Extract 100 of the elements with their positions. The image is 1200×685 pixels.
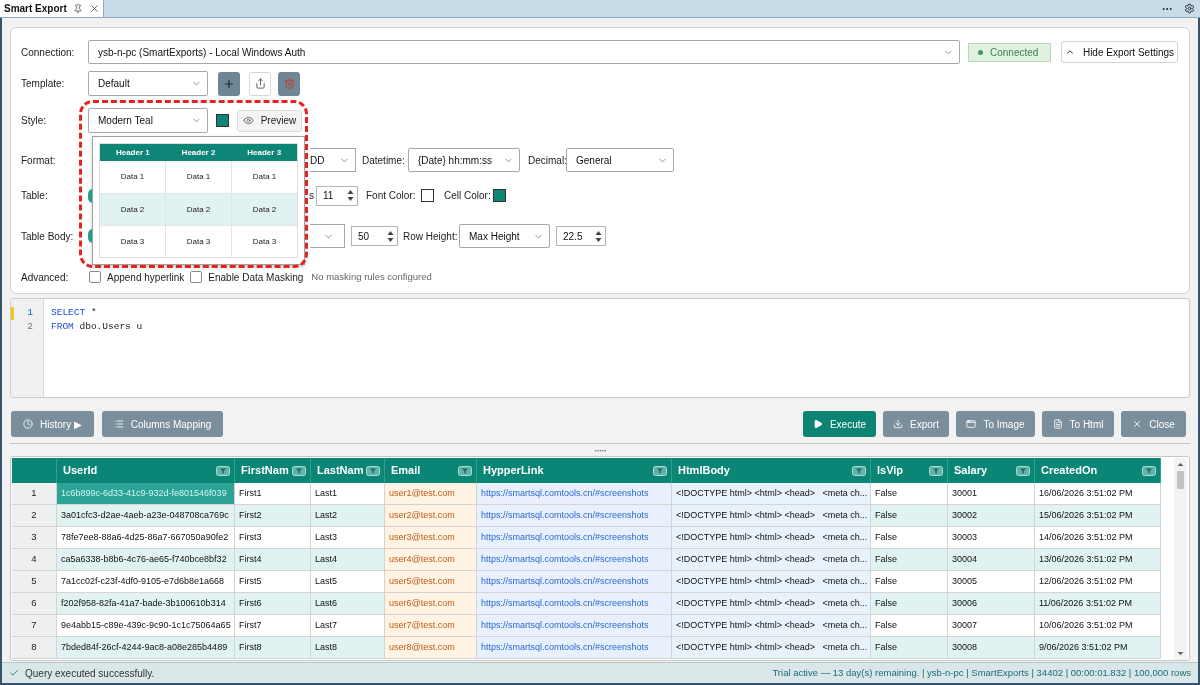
- color-swatch-icon[interactable]: [216, 114, 229, 127]
- play-icon: [812, 419, 823, 429]
- code-line: FROM dbo.Users u: [51, 320, 143, 334]
- download-icon: [893, 419, 904, 429]
- color-swatch-icon[interactable]: [493, 189, 506, 202]
- row-header[interactable]: 6: [12, 593, 57, 615]
- link-cell[interactable]: https://smartsql.comtools.cn/#screenshots: [477, 571, 672, 593]
- table-cell: <!DOCTYPE html> <html> <head> <meta ch...: [672, 483, 871, 505]
- table-cell: user1@test.com: [385, 483, 477, 505]
- settings-icon[interactable]: [1184, 3, 1195, 14]
- filter-icon[interactable]: [292, 465, 306, 476]
- table-cell: 30006: [948, 593, 1035, 615]
- table-cell: Last1: [311, 483, 385, 505]
- table-cell: user3@test.com: [385, 527, 477, 549]
- datetime-dropdown[interactable]: {Date} hh:mm:ss: [408, 148, 520, 172]
- style-dropdown[interactable]: Modern Teal: [88, 108, 208, 133]
- link-cell[interactable]: https://smartsql.comtools.cn/#screenshots: [477, 615, 672, 637]
- color-swatch-icon[interactable]: [421, 189, 434, 202]
- filter-icon[interactable]: [653, 465, 667, 476]
- table-cell: 30001: [948, 483, 1035, 505]
- row-height-spinner[interactable]: 22.5: [556, 226, 606, 246]
- field-label: Row Height:: [403, 229, 458, 244]
- row-header[interactable]: 7: [12, 615, 57, 637]
- add-template-button[interactable]: [218, 71, 240, 96]
- filter-icon[interactable]: [929, 465, 943, 476]
- document-icon: [1052, 419, 1063, 429]
- checkbox-label[interactable]: Append hyperlink: [107, 269, 185, 285]
- font-size-spinner[interactable]: 11: [316, 185, 358, 206]
- window-icon: [966, 419, 977, 429]
- filter-icon[interactable]: [1142, 465, 1156, 476]
- link-cell[interactable]: https://smartsql.comtools.cn/#screenshots: [477, 483, 672, 505]
- row-height-dropdown[interactable]: Max Height: [459, 224, 550, 248]
- template-dropdown[interactable]: Default: [88, 71, 208, 96]
- field-label: Table:: [21, 189, 48, 203]
- table-cell: <!DOCTYPE html> <html> <head> <meta ch...: [672, 571, 871, 593]
- link-cell[interactable]: https://smartsql.comtools.cn/#screenshots: [477, 527, 672, 549]
- field-label: Style:: [21, 114, 46, 128]
- spinner-arrows-icon[interactable]: [594, 228, 603, 244]
- table-cell: user6@test.com: [385, 593, 477, 615]
- export-template-button[interactable]: [249, 71, 271, 96]
- field-label: Font Color:: [366, 189, 416, 203]
- link-cell[interactable]: https://smartsql.comtools.cn/#screenshots: [477, 637, 672, 659]
- table-cell: False: [871, 549, 948, 571]
- table-cell: <!DOCTYPE html> <html> <head> <meta ch...: [672, 637, 871, 659]
- table-cell: First7: [235, 615, 311, 637]
- table-cell: Last4: [311, 549, 385, 571]
- link-cell[interactable]: https://smartsql.comtools.cn/#screenshots: [477, 505, 672, 527]
- table-cell: user5@test.com: [385, 571, 477, 593]
- filter-icon[interactable]: [1016, 465, 1030, 476]
- close-icon[interactable]: [88, 3, 100, 14]
- row-header[interactable]: 8: [12, 637, 57, 659]
- partial-dropdown[interactable]: [310, 224, 345, 248]
- checkbox[interactable]: [190, 271, 203, 283]
- tab[interactable]: Smart Export: [0, 0, 104, 17]
- vertical-scrollbar[interactable]: [1174, 458, 1187, 660]
- table-cell: 9/06/2026 3:51:02 PM: [1035, 637, 1161, 659]
- table-cell: <!DOCTYPE html> <html> <head> <meta ch...: [672, 549, 871, 571]
- decimal-dropdown[interactable]: General: [566, 148, 674, 172]
- scrollbar-thumb[interactable]: [1177, 471, 1184, 489]
- pin-icon[interactable]: [72, 3, 83, 14]
- link-cell[interactable]: https://smartsql.comtools.cn/#screenshots: [477, 549, 672, 571]
- link-cell[interactable]: https://smartsql.comtools.cn/#screenshots: [477, 593, 672, 615]
- filter-icon[interactable]: [458, 465, 472, 476]
- row-header[interactable]: 3: [12, 527, 57, 549]
- execute-button[interactable]: Execute: [803, 411, 876, 437]
- table-cell: user4@test.com: [385, 549, 477, 571]
- row-header[interactable]: 2: [12, 505, 57, 527]
- preview-button[interactable]: Preview: [237, 109, 302, 132]
- hide-settings-button[interactable]: Hide Export Settings: [1061, 41, 1178, 63]
- table-cell: False: [871, 615, 948, 637]
- chevron-up-icon: [1064, 47, 1075, 57]
- table-cell: 14/06/2026 3:51:02 PM: [1035, 527, 1161, 549]
- spinner-arrows-icon[interactable]: [346, 188, 355, 203]
- table-cell: First4: [235, 549, 311, 571]
- table-cell: 30003: [948, 527, 1035, 549]
- preview-cell-text: Data 2: [120, 203, 145, 216]
- table-cell: user7@test.com: [385, 615, 477, 637]
- checkbox-label[interactable]: Enable Data Masking: [208, 269, 304, 285]
- table-cell: 9e4abb15-c89e-439c-9c90-1c1c75064a65: [57, 615, 235, 637]
- checkbox[interactable]: [89, 271, 101, 283]
- sql-editor[interactable]: 1 2 SELECT * FROM dbo.Users u: [10, 298, 1190, 398]
- number-spinner[interactable]: 50: [351, 226, 398, 246]
- table-cell: First1: [235, 483, 311, 505]
- filter-icon[interactable]: [216, 465, 230, 476]
- table-cell: Last5: [311, 571, 385, 593]
- row-header[interactable]: 1: [12, 483, 57, 505]
- filter-icon[interactable]: [366, 465, 380, 476]
- preview-cell-text: Data 1: [186, 171, 211, 183]
- row-header[interactable]: 5: [12, 571, 57, 593]
- row-header[interactable]: 4: [12, 549, 57, 571]
- spinner-arrows-icon[interactable]: [386, 228, 395, 244]
- table-cell: First5: [235, 571, 311, 593]
- delete-template-button[interactable]: [278, 71, 300, 96]
- connection-dropdown[interactable]: ysb-n-pc (SmartExports) - Local Windows Auth: [88, 40, 960, 64]
- table-cell: 30007: [948, 615, 1035, 637]
- clock-icon: [23, 419, 34, 429]
- filter-icon[interactable]: [852, 465, 866, 476]
- date-format-dropdown[interactable]: DD: [310, 148, 356, 172]
- table-cell: 78fe7ee8-88a6-4d25-86a7-667050a90fe2: [57, 527, 235, 549]
- field-label: Decimal:: [528, 153, 567, 168]
